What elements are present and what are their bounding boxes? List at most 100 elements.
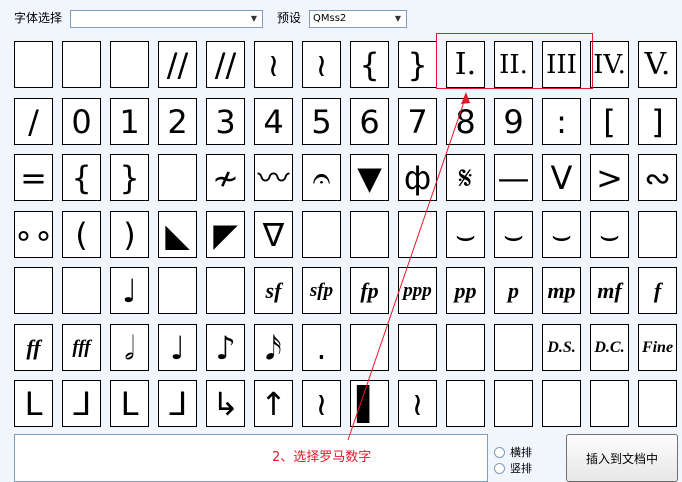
symbol-cell[interactable] [494, 324, 533, 371]
symbol-cell[interactable]: ∇ [254, 211, 293, 258]
symbol-cell[interactable] [590, 380, 629, 427]
symbol-cell[interactable]: 3 [206, 98, 245, 145]
symbol-cell[interactable]: 𝅗𝅥 [110, 324, 149, 371]
symbol-cell[interactable]: ♩ [158, 324, 197, 371]
symbol-cell[interactable]: ⌣ [446, 211, 485, 258]
symbol-cell[interactable]: D.S. [542, 324, 581, 371]
symbol-cell[interactable]: 9 [494, 98, 533, 145]
symbol-cell[interactable]: sfp [302, 267, 341, 314]
symbol-cell[interactable] [110, 41, 149, 88]
symbol-cell[interactable]: ⌣ [542, 211, 581, 258]
symbol-cell[interactable]: { [62, 154, 101, 201]
symbol-cell[interactable]: ] [638, 98, 677, 145]
symbol-cell[interactable]: Fine [638, 324, 677, 371]
chevron-down-icon[interactable]: ▼ [248, 13, 260, 25]
symbol-cell[interactable]: 7 [398, 98, 437, 145]
symbol-cell[interactable]: ≀ [254, 41, 293, 88]
preview-area[interactable] [14, 434, 488, 482]
symbol-cell[interactable]: fp [350, 267, 389, 314]
symbol-cell[interactable]: ▌ [350, 380, 389, 427]
symbol-cell[interactable]: ∾ [638, 154, 677, 201]
symbol-cell[interactable]: ↳ [206, 380, 245, 427]
symbol-cell[interactable]: ◣ [158, 211, 197, 258]
symbol-cell[interactable]: ≀ [302, 41, 341, 88]
symbol-cell[interactable] [446, 324, 485, 371]
symbol-cell[interactable] [158, 267, 197, 314]
symbol-cell[interactable]: — [494, 154, 533, 201]
symbol-cell[interactable]: pp [446, 267, 485, 314]
symbol-cell[interactable] [494, 380, 533, 427]
symbol-cell[interactable]: mf [590, 267, 629, 314]
symbol-cell[interactable]: ↑ [254, 380, 293, 427]
symbol-cell[interactable] [62, 267, 101, 314]
symbol-cell[interactable]: p [494, 267, 533, 314]
symbol-cell[interactable]: 〰 [254, 154, 293, 201]
insert-into-document-button[interactable]: 插入到文档中 [566, 434, 678, 482]
symbol-cell[interactable]: ф [398, 154, 437, 201]
symbol-cell[interactable]: V [542, 154, 581, 201]
symbol-cell[interactable]: { [350, 41, 389, 88]
symbol-cell[interactable]: IV. [590, 41, 629, 88]
symbol-cell[interactable]: 8 [446, 98, 485, 145]
symbol-cell[interactable]: ⌣ [494, 211, 533, 258]
symbol-cell[interactable]: ◤ [206, 211, 245, 258]
symbol-cell[interactable]: ≁ [206, 154, 245, 201]
symbol-cell[interactable]: 2 [158, 98, 197, 145]
symbol-cell[interactable]: D.C. [590, 324, 629, 371]
font-select-dropdown[interactable]: ▼ [70, 10, 263, 28]
symbol-cell[interactable]: f [638, 267, 677, 314]
symbol-cell[interactable]: ≀ [398, 380, 437, 427]
symbol-cell[interactable] [14, 41, 53, 88]
symbol-cell[interactable] [350, 324, 389, 371]
chevron-down-icon[interactable]: ▼ [392, 13, 404, 25]
symbol-cell[interactable] [62, 41, 101, 88]
symbol-cell[interactable]: 𝄐 [302, 154, 341, 201]
symbol-cell[interactable]: 0 [62, 98, 101, 145]
symbol-cell[interactable]: = [14, 154, 53, 201]
symbol-cell[interactable] [158, 154, 197, 201]
symbol-cell[interactable]: 1 [110, 98, 149, 145]
symbol-cell[interactable]: ♩ [110, 267, 149, 314]
symbol-cell[interactable]: ) [110, 211, 149, 258]
symbol-cell[interactable] [638, 211, 677, 258]
symbol-cell[interactable]: ᒪ [110, 380, 149, 427]
symbol-cell[interactable]: ᒪ [14, 380, 53, 427]
vertical-radio[interactable]: 竖排 [494, 460, 532, 476]
symbol-cell[interactable]: 𝅘𝅥𝅯 [254, 324, 293, 371]
symbol-cell[interactable]: ᒧ [158, 380, 197, 427]
symbol-cell[interactable]: // [206, 41, 245, 88]
symbol-cell[interactable]: / [14, 98, 53, 145]
radio-button-icon[interactable] [494, 462, 505, 474]
radio-button-icon[interactable] [494, 446, 505, 458]
symbol-cell[interactable]: ♪ [206, 324, 245, 371]
symbol-cell[interactable]: : [542, 98, 581, 145]
symbol-cell[interactable]: ff [14, 324, 53, 371]
symbol-cell[interactable]: } [110, 154, 149, 201]
symbol-cell[interactable]: mp [542, 267, 581, 314]
preset-dropdown[interactable]: QMss2 ▼ [309, 10, 407, 28]
symbol-cell[interactable]: 5 [302, 98, 341, 145]
symbol-cell[interactable]: V. [638, 41, 677, 88]
symbol-cell[interactable]: ▼ [350, 154, 389, 201]
symbol-cell[interactable]: > [590, 154, 629, 201]
symbol-cell[interactable]: } [398, 41, 437, 88]
symbol-cell[interactable] [542, 380, 581, 427]
symbol-cell[interactable] [302, 211, 341, 258]
symbol-cell[interactable] [398, 324, 437, 371]
symbol-cell[interactable]: . [302, 324, 341, 371]
symbol-cell[interactable]: ≀ [302, 380, 341, 427]
symbol-cell[interactable]: 𝄋 [446, 154, 485, 201]
symbol-cell[interactable] [14, 267, 53, 314]
symbol-cell[interactable]: fff [62, 324, 101, 371]
symbol-cell[interactable]: ppp [398, 267, 437, 314]
horizontal-radio[interactable]: 横排 [494, 444, 532, 460]
symbol-cell[interactable] [446, 380, 485, 427]
symbol-cell[interactable]: ( [62, 211, 101, 258]
symbol-cell[interactable]: 6 [350, 98, 389, 145]
symbol-cell[interactable] [206, 267, 245, 314]
symbol-cell[interactable]: sf [254, 267, 293, 314]
symbol-cell[interactable]: 4 [254, 98, 293, 145]
symbol-cell[interactable] [350, 211, 389, 258]
symbol-cell[interactable]: [ [590, 98, 629, 145]
symbol-cell[interactable]: ᒧ [62, 380, 101, 427]
